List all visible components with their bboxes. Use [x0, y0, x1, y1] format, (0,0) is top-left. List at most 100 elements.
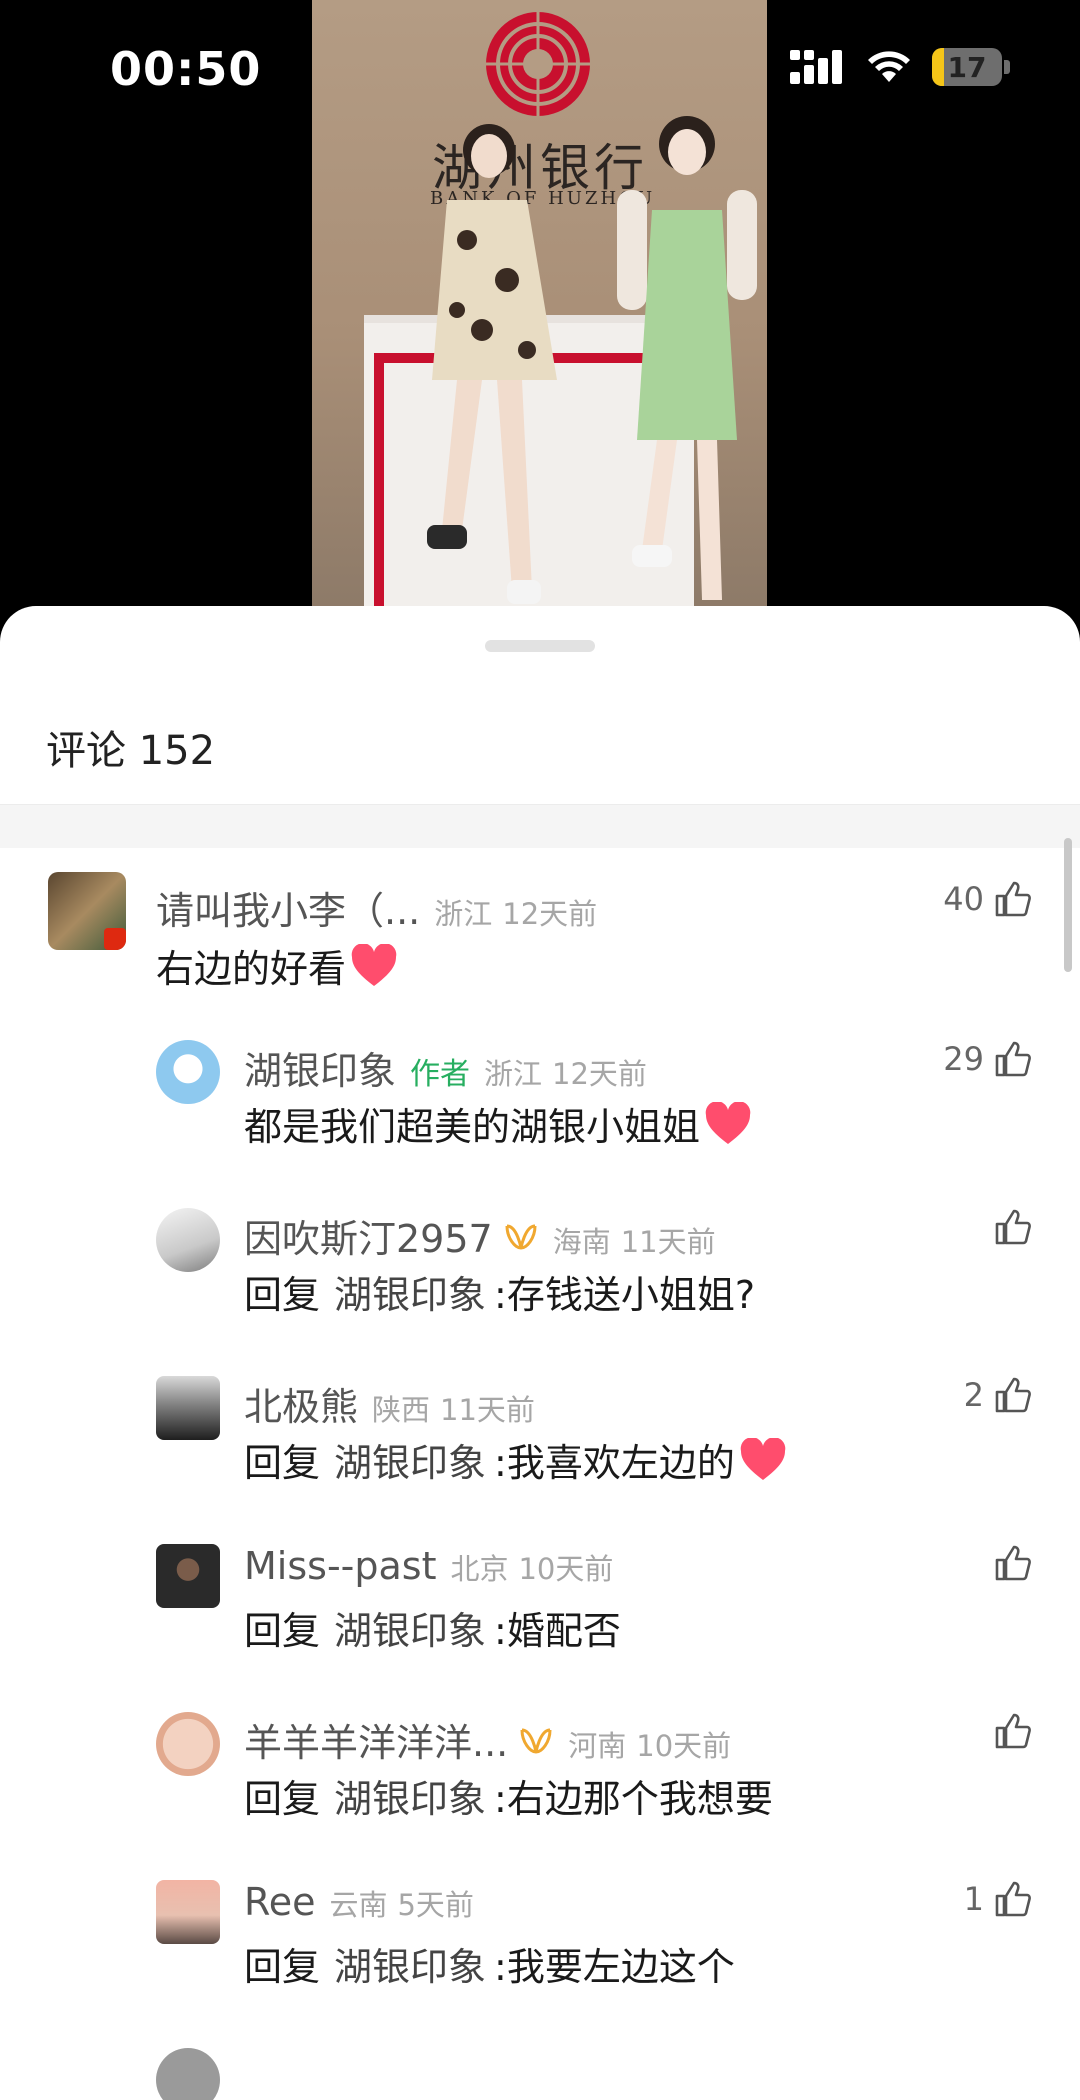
comment-meta: Miss--past 北京 10天前 — [244, 1544, 613, 1588]
like-button[interactable] — [984, 1712, 1032, 1750]
avatar[interactable] — [156, 1040, 220, 1104]
reply-target[interactable]: 湖银印象 — [334, 1600, 486, 1655]
comment-meta: 请叫我小李（... 浙江 12天前 — [156, 880, 597, 935]
comment-text: 都是我们超美的湖银小姐姐 — [244, 1105, 701, 1149]
reply-target[interactable]: 湖银印象 — [334, 1264, 486, 1319]
comment-time: 12天前 — [502, 897, 598, 931]
comment-location: 云南 — [329, 1888, 388, 1922]
comment-time: 10天前 — [636, 1729, 732, 1763]
thumbs-up-icon — [995, 1881, 1031, 1917]
reply-prefix: 回复 — [244, 1945, 321, 1989]
flag-badge-icon — [104, 928, 126, 950]
comment-meta: 因吹斯汀2957 海南 11天前 — [244, 1208, 716, 1263]
like-button[interactable] — [984, 1208, 1032, 1246]
thumbs-up-icon — [995, 1545, 1031, 1581]
avatar[interactable] — [156, 1712, 220, 1776]
comment-text: :存钱送小姐姐? — [494, 1273, 756, 1317]
comment-location: 浙江 — [434, 897, 493, 931]
comment-text-row[interactable]: 回复 湖银印象 :婚配否 — [244, 1600, 621, 1655]
comment-meta: 湖银印象 作者 浙江 12天前 — [244, 1040, 647, 1095]
vip-badge-icon — [505, 1224, 537, 1250]
wifi-icon — [868, 51, 910, 82]
status-bar: 00:50 17 — [0, 0, 1080, 140]
comment-meta: 北极熊 陕西 11天前 — [244, 1376, 535, 1431]
comment-author[interactable]: 羊羊羊洋洋洋... — [244, 1712, 508, 1767]
scrollbar-thumb[interactable] — [1064, 838, 1072, 972]
avatar[interactable] — [48, 872, 126, 950]
comment-location: 陕西 — [372, 1393, 431, 1427]
comment-time: 11天前 — [440, 1393, 535, 1427]
like-button[interactable] — [984, 1544, 1032, 1582]
comment-time: 12天前 — [552, 1057, 647, 1091]
comment-author[interactable]: 湖银印象 — [244, 1040, 396, 1095]
author-badge: 作者 — [410, 1057, 471, 1092]
comment-text: 右边的好看 — [156, 947, 347, 991]
comment-text: :我要左边这个 — [494, 1945, 735, 1989]
comment-text-row[interactable]: 回复 湖银印象 :我要左边这个 — [244, 1936, 735, 1991]
comments-title: 评论 152 — [46, 728, 216, 774]
comment-text: :我喜欢左边的 — [494, 1441, 735, 1485]
reply-prefix: 回复 — [244, 1609, 321, 1653]
like-button[interactable]: 29 — [943, 1040, 1032, 1078]
person-left-figure — [427, 124, 557, 604]
like-button[interactable]: 40 — [943, 880, 1032, 918]
signal-icon — [790, 50, 842, 84]
sheet-drag-handle[interactable] — [485, 640, 595, 652]
comment-text-row[interactable]: 都是我们超美的湖银小姐姐 — [244, 1096, 752, 1151]
heart-emoji-icon — [705, 1101, 751, 1144]
comment-location: 北京 — [450, 1552, 509, 1586]
comment-time: 11天前 — [620, 1225, 716, 1259]
comment-location: 河南 — [568, 1729, 627, 1763]
reply-target[interactable]: 湖银印象 — [334, 1432, 486, 1487]
like-count: 1 — [963, 1880, 984, 1918]
like-button[interactable]: 2 — [964, 1376, 1032, 1414]
battery-level: 17 — [947, 50, 987, 84]
avatar[interactable] — [156, 2048, 220, 2100]
comment-text: :右边那个我想要 — [494, 1777, 773, 1821]
comment-time: 10天前 — [518, 1552, 614, 1586]
comment-time: 5天前 — [397, 1888, 474, 1922]
avatar[interactable] — [156, 1208, 220, 1272]
comment-author[interactable]: Ree — [244, 1880, 315, 1924]
comment-text-row[interactable]: 回复 湖银印象 :右边那个我想要 — [244, 1768, 773, 1823]
battery-icon: 17 — [932, 48, 1010, 86]
vip-badge-icon — [520, 1728, 552, 1754]
comment-location: 浙江 — [484, 1057, 543, 1091]
comment-author[interactable]: 请叫我小李（... — [156, 880, 420, 935]
thumbs-up-icon — [995, 1377, 1031, 1413]
comment-text-row[interactable]: 右边的好看 — [156, 938, 398, 993]
comment-text-row[interactable]: 回复 湖银印象 :存钱送小姐姐? — [244, 1264, 755, 1319]
status-icons: 17 — [790, 48, 1010, 86]
avatar[interactable] — [156, 1376, 220, 1440]
reply-prefix: 回复 — [244, 1441, 321, 1485]
person-right-figure — [617, 116, 757, 600]
reply-prefix: 回复 — [244, 1273, 321, 1317]
reply-target[interactable]: 湖银印象 — [334, 1768, 486, 1823]
thumbs-up-icon — [995, 1713, 1031, 1749]
reply-prefix: 回复 — [244, 1777, 321, 1821]
section-divider — [0, 804, 1080, 848]
comment-author[interactable]: 因吹斯汀2957 — [244, 1208, 493, 1263]
comment-meta: 羊羊羊洋洋洋... 河南 10天前 — [244, 1712, 731, 1767]
like-count: 40 — [943, 880, 984, 918]
heart-emoji-icon — [351, 943, 397, 986]
comment-text-row[interactable]: 回复 湖银印象 :我喜欢左边的 — [244, 1432, 787, 1487]
comments-sheet: 评论 152 请叫我小李（... 浙江 12天前 右边的好看 40 湖银印象 作… — [0, 606, 1080, 2100]
like-count: 29 — [943, 1040, 984, 1078]
thumbs-up-icon — [995, 1041, 1031, 1077]
battery-fill — [932, 48, 944, 86]
thumbs-up-icon — [995, 1209, 1031, 1245]
comment-location: 海南 — [552, 1225, 611, 1259]
comment-author[interactable]: 北极熊 — [244, 1376, 358, 1431]
avatar[interactable] — [156, 1880, 220, 1944]
heart-emoji-icon — [740, 1437, 786, 1480]
like-count: 2 — [963, 1376, 984, 1414]
thumbs-up-icon — [995, 881, 1031, 917]
comment-meta: Ree 云南 5天前 — [244, 1880, 474, 1924]
reply-target[interactable]: 湖银印象 — [334, 1936, 486, 1991]
comment-author[interactable]: Miss--past — [244, 1544, 436, 1588]
status-time: 00:50 — [110, 42, 262, 96]
like-button[interactable]: 1 — [964, 1880, 1032, 1918]
comment-text: :婚配否 — [494, 1609, 621, 1653]
avatar[interactable] — [156, 1544, 220, 1608]
